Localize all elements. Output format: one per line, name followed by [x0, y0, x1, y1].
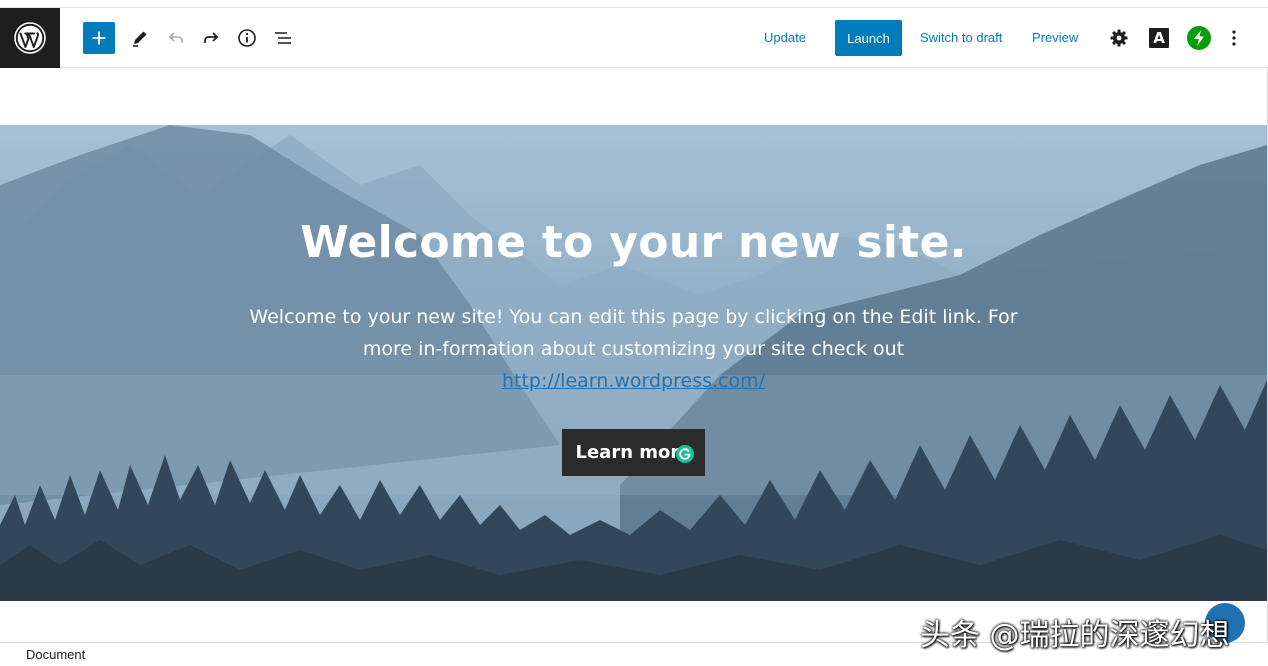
typography-button[interactable]: A	[1143, 22, 1175, 54]
launch-button[interactable]: Launch	[835, 20, 902, 56]
settings-button[interactable]	[1103, 22, 1135, 54]
pencil-icon	[133, 31, 147, 47]
watermark-text: 头条 @瑞拉的深邃幻想	[920, 618, 1230, 653]
breadcrumb-document[interactable]: Document	[26, 647, 85, 662]
list-view-icon	[275, 32, 291, 44]
learn-wordpress-link[interactable]: http://learn.wordpress.com/	[502, 370, 765, 392]
undo-icon	[168, 32, 183, 43]
hero-paragraph[interactable]: Welcome to your new site! You can edit t…	[240, 301, 1027, 397]
list-view-button[interactable]	[267, 22, 299, 54]
hero-paragraph-text: Welcome to your new site! You can edit t…	[249, 306, 1018, 360]
hero-heading[interactable]: Welcome to your new site.	[0, 217, 1267, 268]
switch-to-draft-button[interactable]: Switch to draft	[920, 28, 1002, 48]
grammarly-icon[interactable]	[675, 444, 695, 464]
preview-button[interactable]: Preview	[1032, 28, 1078, 48]
redo-button[interactable]	[195, 22, 227, 54]
more-options-button[interactable]	[1218, 22, 1250, 54]
add-block-button[interactable]	[83, 22, 115, 54]
wordpress-logo-icon[interactable]	[0, 8, 60, 68]
update-button[interactable]: Update	[764, 28, 806, 48]
editor-toolbar: Update Launch Switch to draft Preview A	[0, 8, 1268, 68]
lightning-bolt-icon	[1187, 26, 1211, 50]
redo-icon	[204, 32, 219, 43]
tools-button[interactable]	[124, 22, 156, 54]
vertical-ellipsis-icon	[1232, 30, 1236, 46]
cover-block[interactable]: Welcome to your new site. Welcome to you…	[0, 125, 1267, 601]
jetpack-button[interactable]	[1183, 22, 1215, 54]
details-button[interactable]	[231, 22, 263, 54]
top-strip	[0, 0, 1268, 8]
font-a-icon: A	[1149, 28, 1169, 48]
gear-icon	[1110, 29, 1128, 47]
plus-icon	[92, 31, 106, 45]
info-icon	[238, 29, 256, 47]
undo-button[interactable]	[160, 22, 192, 54]
